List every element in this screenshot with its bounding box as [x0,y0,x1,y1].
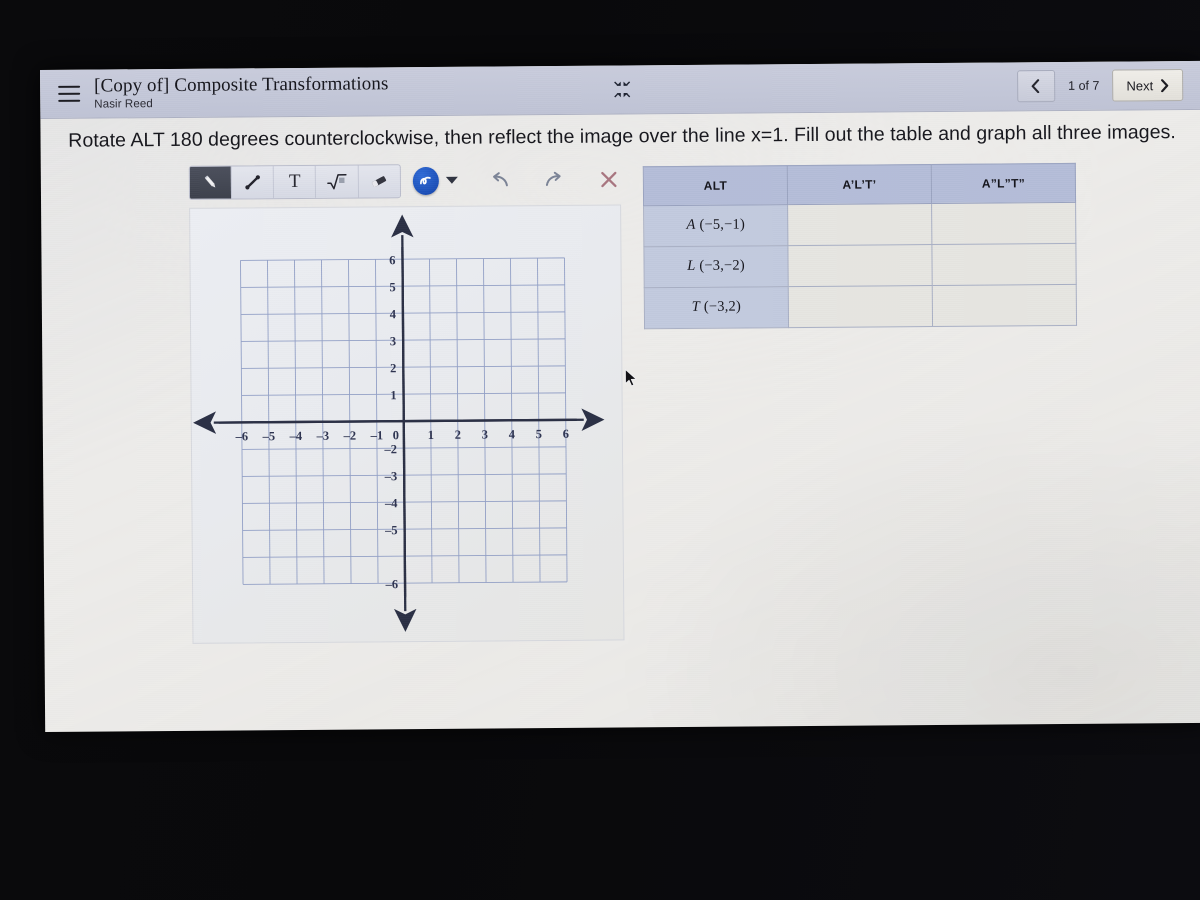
app-header-bar: [Copy of] Composite Transformations Nasi… [40,60,1200,119]
document-author: Nasir Reed [94,97,153,111]
svg-text:–5: –5 [262,429,276,443]
clear-canvas-button[interactable] [596,166,621,192]
undo-button[interactable] [488,167,513,193]
point-l-coords: (−3,−2) [699,257,745,275]
point-a-coords: (−5,−1) [699,216,746,234]
graph-canvas[interactable]: –6 –5 –4 –3 –2 –1 0 1 2 3 4 5 6 6 5 4 3 … [189,204,625,644]
svg-text:–3: –3 [316,428,330,442]
svg-text:2: 2 [455,427,461,441]
document-title-block: [Copy of] Composite Transformations Nasi… [94,73,389,111]
hamburger-menu-icon[interactable] [58,85,81,102]
svg-text:1: 1 [390,388,396,402]
cell-l-prime[interactable] [787,244,933,287]
point-t-label: T (−3,2) [644,286,789,329]
math-tool-button[interactable] [316,165,359,198]
collapse-fullscreen-icon[interactable] [612,79,632,99]
close-x-icon [601,171,617,187]
screen-content: [Copy of] Composite Transformations Nasi… [40,60,1200,732]
coordinate-table-wrapper: ALT A’L’T’ A”L”T” A (−5,−1) L (−3,−2) T … [643,163,1077,329]
point-l-name: L [687,258,696,275]
svg-text:–4: –4 [384,496,398,510]
pagination-controls: 1 of 7 Next [1017,69,1189,103]
svg-text:2: 2 [390,361,396,375]
svg-text:1: 1 [428,428,434,442]
redo-arrow-icon [546,171,562,186]
point-l-label: L (−3,−2) [643,245,789,288]
table-row: T (−3,2) [644,284,1077,329]
point-a-name: A [686,217,696,234]
svg-text:–2: –2 [383,442,397,456]
table-row: L (−3,−2) [643,243,1077,288]
workspace: T –6 –5 –4 –3 –2 –1 0 1 2 3 4 5 6 6 5 4 … [41,150,1200,645]
page-title: [Copy of] Composite Transformations [94,73,389,97]
page-indicator: 1 of 7 [1068,78,1100,93]
svg-text:6: 6 [563,427,569,441]
svg-text:–3: –3 [384,469,398,483]
drawing-toolbar: T [188,162,621,200]
column-header-alt: ALT [643,165,788,206]
eraser-icon [372,175,387,187]
point-t-name: T [691,299,701,316]
x-axis-tick-labels: –6 –5 –4 –3 –2 –1 0 1 2 3 4 5 6 [235,427,569,444]
svg-text:–6: –6 [235,429,249,443]
svg-text:4: 4 [509,427,516,441]
chevron-right-icon [1161,78,1169,92]
svg-text:–6: –6 [384,577,398,591]
svg-text:–5: –5 [384,523,398,537]
svg-text:3: 3 [482,427,488,441]
color-dropdown-chevron-down-icon[interactable] [445,176,458,185]
table-header-row: ALT A’L’T’ A”L”T” [643,163,1076,206]
column-header-alt-1: A’L’T’ [787,164,932,205]
svg-text:–2: –2 [343,428,357,442]
svg-text:–4: –4 [289,429,303,443]
tool-group: T [188,163,401,200]
svg-text:5: 5 [536,427,542,441]
svg-text:4: 4 [390,307,397,321]
line-segment-icon [245,174,260,190]
redo-button[interactable] [542,167,567,193]
cell-l-dprime[interactable] [931,243,1077,286]
pencil-icon [204,175,215,188]
text-tool-button[interactable]: T [274,165,317,198]
chevron-left-icon [1032,79,1040,94]
next-page-button[interactable]: Next [1112,69,1184,102]
cell-t-dprime[interactable] [932,284,1077,327]
coordinate-table: ALT A’L’T’ A”L”T” A (−5,−1) L (−3,−2) T … [643,163,1077,329]
svg-text:0: 0 [393,428,399,442]
cell-t-prime[interactable] [788,285,933,328]
previous-page-button[interactable] [1017,70,1056,103]
cell-a-prime[interactable] [787,203,932,246]
svg-text:–1: –1 [370,428,384,442]
point-a-label: A (−5,−1) [643,204,788,247]
svg-text:3: 3 [390,334,396,348]
undo-arrow-icon [493,171,509,187]
coordinate-plane: –6 –5 –4 –3 –2 –1 0 1 2 3 4 5 6 6 5 4 3 … [193,214,605,632]
table-row: A (−5,−1) [643,202,1076,247]
stroke-color-swatch[interactable] [412,166,439,195]
squiggle-icon [420,177,432,185]
monitor-bezel: [Copy of] Composite Transformations Nasi… [0,0,1200,900]
cell-a-dprime[interactable] [931,202,1076,245]
next-button-label: Next [1126,77,1154,93]
line-tool-button[interactable] [231,165,275,199]
column-header-alt-2: A”L”T” [931,163,1076,204]
point-t-coords: (−3,2) [703,298,742,316]
svg-text:6: 6 [389,253,395,267]
square-root-icon [327,173,347,190]
svg-text:5: 5 [389,280,395,294]
drawing-column: T –6 –5 –4 –3 –2 –1 0 1 2 3 4 5 6 6 5 4 … [188,162,625,644]
pencil-tool-button[interactable] [189,166,233,199]
text-icon: T [288,170,301,192]
eraser-tool-button[interactable] [358,164,400,198]
